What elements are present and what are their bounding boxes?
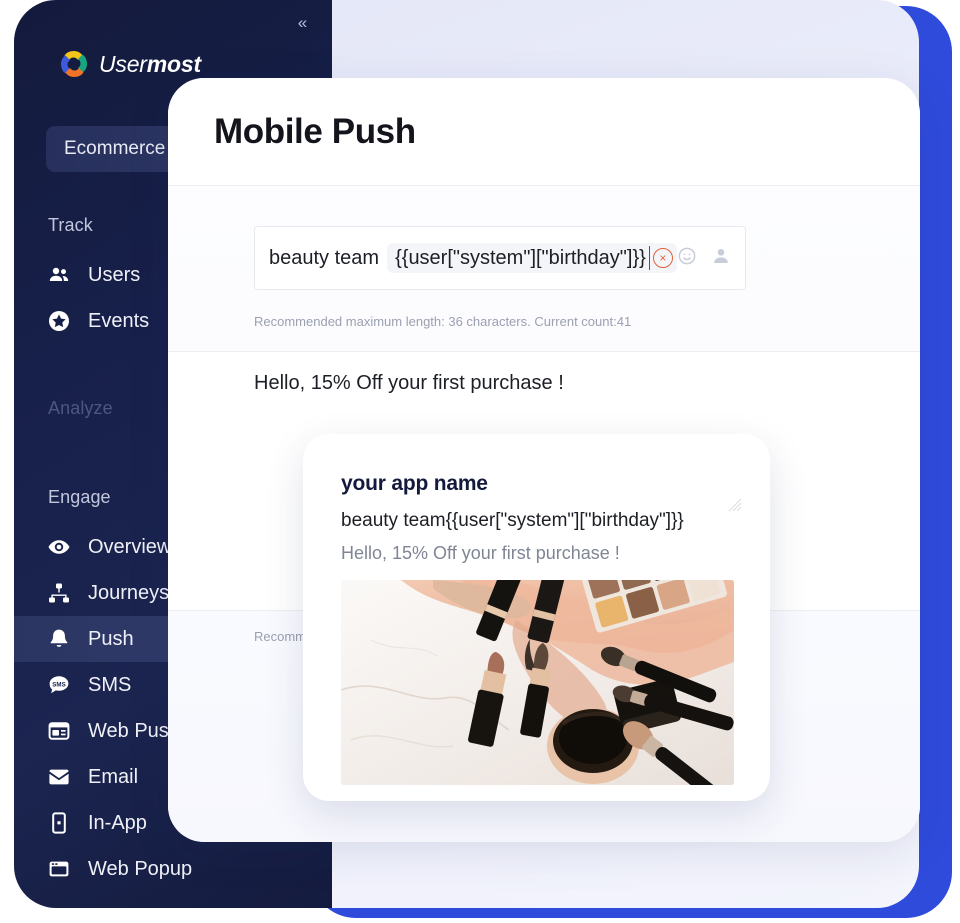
sms-bubble-icon: SMS	[46, 672, 72, 698]
push-title-input[interactable]: beauty team {{user["system"]["birthday"]…	[254, 226, 746, 290]
sidebar-item-label: SMS	[88, 673, 132, 696]
popup-window-icon	[46, 856, 72, 882]
sidebar-item-label: Push	[88, 627, 134, 650]
sidebar-item-label: In-App	[88, 811, 147, 834]
sidebar-item-web-popup[interactable]: Web Popup	[14, 846, 332, 892]
push-title-static-text: beauty team	[269, 246, 380, 269]
workspace-selector-label: Ecommerce	[64, 138, 166, 159]
sidebar-item-label: Overview	[88, 535, 172, 558]
browser-window-icon	[46, 718, 72, 744]
sidebar-item-label: Email	[88, 765, 139, 788]
emoji-smiley-icon[interactable]	[677, 246, 697, 271]
brand-name-light: User	[99, 50, 147, 77]
text-caret	[648, 246, 650, 270]
sidebar-item-label: Events	[88, 309, 150, 332]
envelope-icon	[46, 764, 72, 790]
svg-text:SMS: SMS	[52, 681, 65, 688]
screenshot-root: « Usermost Ecommerce Track Users Events …	[0, 0, 960, 923]
users-icon	[46, 262, 72, 288]
person-icon[interactable]	[711, 246, 731, 271]
bell-icon	[46, 626, 72, 652]
mobile-phone-icon	[46, 810, 72, 836]
brand-name-bold: most	[146, 50, 201, 77]
preview-app-name: your app name	[341, 472, 488, 495]
preview-image	[341, 580, 734, 785]
sidebar-item-label: Journeys	[88, 581, 170, 604]
token-remove-icon[interactable]: ×	[652, 248, 673, 268]
preview-title: beauty team{{user["system"]["birthday"]}…	[341, 510, 684, 531]
sidebar-collapse-icon[interactable]: «	[288, 8, 316, 36]
preview-body: Hello, 15% Off your first purchase !	[341, 543, 620, 563]
input-actions	[677, 246, 735, 271]
star-circle-icon	[46, 308, 72, 334]
card-header: Mobile Push	[168, 78, 920, 186]
sitemap-icon	[46, 580, 72, 606]
personalization-token-chip[interactable]: {{user["system"]["birthday"]}} ×	[387, 243, 677, 273]
push-preview-card: your app name beauty team{{user["system"…	[303, 434, 770, 801]
page-title: Mobile Push	[214, 111, 416, 151]
title-length-hint: Recommended maximum length: 36 character…	[254, 314, 632, 329]
brand-name: Usermost	[99, 51, 201, 78]
sidebar-item-label: Web Popup	[88, 857, 193, 880]
sidebar-item-label: Users	[88, 263, 141, 286]
brand-logo[interactable]: Usermost	[58, 48, 201, 80]
usermost-pinwheel-logo-icon	[58, 48, 90, 80]
eye-icon	[46, 534, 72, 560]
sidebar-item-label: Web Push	[88, 719, 180, 742]
push-message-value: Hello, 15% Off your first purchase !	[254, 372, 564, 394]
personalization-token-text: {{user["system"]["birthday"]}}	[395, 246, 646, 269]
makeup-cosmetics-flatlay-photo-icon	[341, 580, 734, 785]
resize-handle-icon[interactable]	[728, 498, 742, 512]
